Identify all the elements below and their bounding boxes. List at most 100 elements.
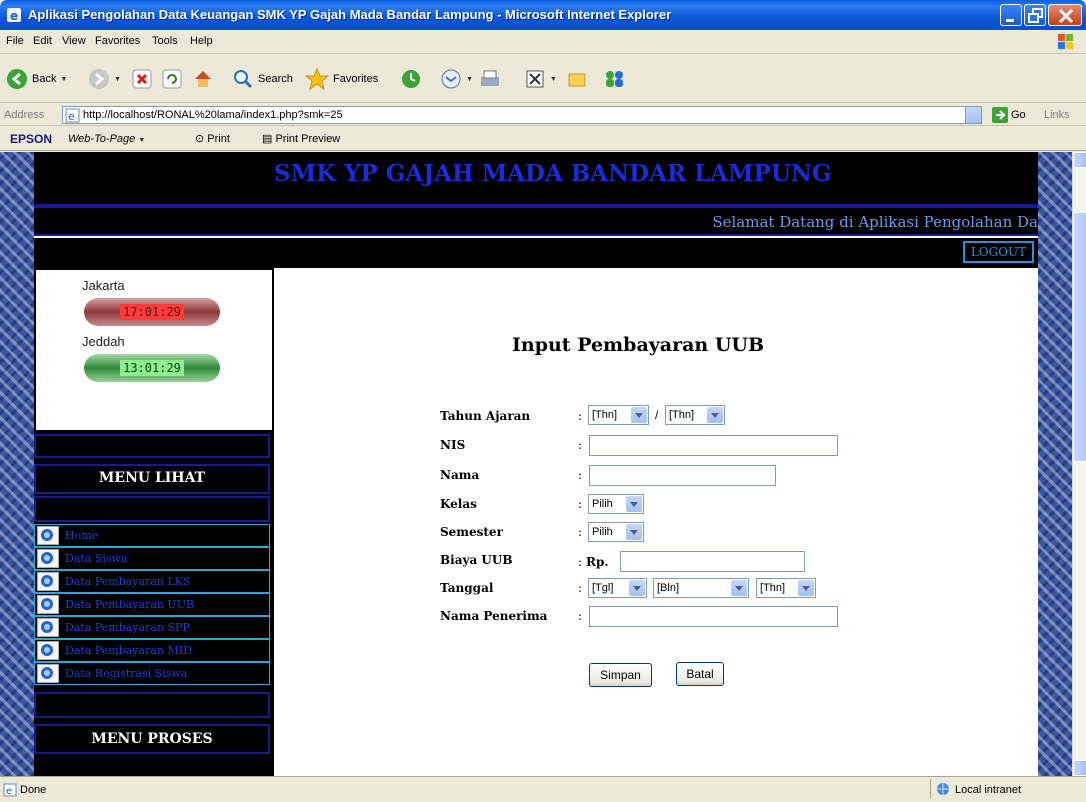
address-bar: Address e http://localhost/RONAL%20lama/… — [0, 104, 1086, 126]
menu-view[interactable]: View — [62, 35, 86, 47]
clock-jeddah: 13:01:29 — [84, 354, 220, 382]
vertical-scrollbar[interactable] — [1072, 152, 1086, 776]
tahun-ajaran-to-select[interactable]: [Thn] — [665, 405, 725, 425]
go-button[interactable]: Go — [992, 107, 1026, 123]
colon: : — [578, 409, 583, 423]
tahun-ajaran-from-select[interactable]: [Thn] — [588, 405, 649, 425]
scroll-up-icon[interactable] — [1073, 152, 1086, 168]
semester-select[interactable]: Pilih — [588, 522, 644, 542]
sidebar-item-data-pembayaran-spp[interactable]: Data Pembayaran SPP — [34, 616, 270, 639]
discuss-button[interactable] — [566, 65, 588, 93]
home-button[interactable] — [192, 65, 214, 93]
back-button[interactable]: Back ▼ — [6, 65, 67, 93]
forward-dropdown-icon[interactable]: ▼ — [114, 76, 121, 83]
nama-penerima-input[interactable] — [589, 606, 838, 627]
status-text: Done — [20, 784, 47, 796]
history-button[interactable] — [400, 65, 422, 93]
menu-lihat-title: MENU LIHAT — [98, 470, 206, 486]
sidebar-item-label: Data Pembayaran UUB — [65, 598, 195, 611]
favorites-button[interactable]: Favorites — [305, 65, 378, 93]
epson-print-button[interactable]: ⊙ Print — [195, 132, 230, 145]
colon: : — [578, 468, 583, 482]
mail-dropdown-icon[interactable]: ▼ — [466, 76, 473, 83]
edit-dropdown-icon[interactable]: ▼ — [550, 76, 557, 83]
bullet-icon — [37, 549, 59, 568]
close-icon — [1058, 8, 1074, 24]
marquee-bar: Selamat Datang di Aplikasi Pengolahan Da — [34, 206, 1038, 236]
sidebar-item-label: Data Registrasi Siswa — [65, 667, 188, 680]
select-value: Pilih — [592, 498, 613, 510]
close-button[interactable] — [1048, 4, 1082, 26]
sidebar-spacer — [34, 692, 270, 718]
search-icon — [234, 70, 253, 89]
nis-input[interactable] — [589, 435, 838, 456]
forward-button[interactable]: ▼ — [88, 65, 121, 93]
sidebar-item-data-registrasi-siswa[interactable]: Data Registrasi Siswa — [34, 662, 270, 685]
back-dropdown-icon[interactable]: ▼ — [60, 76, 67, 83]
biaya-uub-input[interactable] — [620, 551, 805, 572]
menu-file[interactable]: File — [6, 35, 24, 47]
refresh-button[interactable] — [162, 65, 182, 93]
stop-icon — [132, 69, 152, 89]
links-button[interactable]: Links — [1044, 109, 1070, 121]
edit-button[interactable]: ▼ — [524, 65, 557, 93]
chevron-down-icon — [707, 407, 723, 423]
page-viewport: SMK YP GAJAH MADA BANDAR LAMPUNG Selamat… — [0, 152, 1072, 776]
currency-label: Rp. — [586, 555, 609, 569]
print-toolbar-button[interactable] — [478, 65, 502, 93]
page-done-icon: e — [3, 783, 17, 797]
batal-button[interactable]: Batal — [676, 662, 724, 686]
main-content: Input Pembayaran UUB Tahun Ajaran : [Thn… — [274, 268, 1038, 776]
sidebar-item-data-pembayaran-mid[interactable]: Data Pembayaran MID — [34, 639, 270, 662]
mail-icon — [441, 69, 461, 89]
tanggal-select[interactable]: [Tgl] — [588, 578, 647, 598]
address-input[interactable]: e http://localhost/RONAL%20lama/index1.p… — [62, 106, 982, 124]
menu-bar: File Edit View Favorites Tools Help — [0, 30, 1086, 54]
web-to-page-button[interactable]: Web-To-Page ▼ — [68, 133, 145, 145]
svg-text:e: e — [68, 110, 75, 123]
restore-button[interactable] — [1024, 4, 1046, 26]
scroll-down-icon[interactable] — [1073, 760, 1086, 776]
select-value: [Thn] — [669, 409, 695, 421]
address-dropdown-icon[interactable] — [965, 107, 981, 123]
clock-jakarta: 17:01:29 — [84, 298, 220, 326]
clock-city-jeddah: Jeddah — [82, 334, 125, 349]
select-value: [Thn] — [760, 582, 786, 594]
messenger-icon — [606, 71, 623, 87]
sidebar-item-label: Data Pembayaran LKS — [65, 575, 191, 588]
separator-slash: / — [655, 408, 659, 422]
sidebar-item-data-pembayaran-lks[interactable]: Data Pembayaran LKS — [34, 570, 270, 593]
sidebar-item-data-pembayaran-uub[interactable]: Data Pembayaran UUB — [34, 593, 270, 616]
scroll-thumb[interactable] — [1073, 212, 1086, 462]
logout-button[interactable]: LOGOUT — [963, 241, 1034, 263]
world-clock-widget: Jakarta 17:01:29 Jeddah 13:01:29 — [34, 268, 274, 432]
label-tahun-ajaran: Tahun Ajaran — [440, 409, 531, 423]
menu-edit[interactable]: Edit — [33, 35, 52, 47]
tahun-select[interactable]: [Thn] — [756, 578, 816, 598]
address-url: http://localhost/RONAL%20lama/index1.php… — [83, 109, 343, 121]
kelas-select[interactable]: Pilih — [588, 494, 644, 514]
menu-tools[interactable]: Tools — [152, 35, 178, 47]
bulan-select[interactable]: [Bln] — [653, 578, 749, 598]
mail-button[interactable]: ▼ — [440, 65, 473, 93]
bullet-icon — [37, 664, 59, 683]
clock-jeddah-time: 13:01:29 — [120, 360, 184, 376]
sidebar-item-label: Data Siswa — [65, 552, 128, 565]
sidebar-item-data-siswa[interactable]: Data Siswa — [34, 547, 270, 570]
print-preview-button[interactable]: ▤ Print Preview — [262, 132, 340, 145]
stop-button[interactable] — [132, 65, 152, 93]
sidebar-item-home[interactable]: Home — [34, 524, 270, 547]
chevron-down-icon — [626, 524, 642, 540]
menu-favorites[interactable]: Favorites — [95, 35, 140, 47]
search-button[interactable]: Search — [232, 65, 293, 93]
messenger-button[interactable] — [602, 65, 628, 93]
nama-input[interactable] — [589, 465, 776, 486]
logout-bar: LOGOUT — [34, 238, 1038, 268]
epson-logo: EPSON — [10, 132, 53, 146]
simpan-button[interactable]: Simpan — [589, 663, 652, 687]
security-zone: Local intranet — [930, 779, 1080, 799]
bullet-icon — [37, 572, 59, 591]
minimize-button[interactable] — [1000, 4, 1022, 26]
menu-help[interactable]: Help — [190, 35, 213, 47]
sidebar: MENU LIHAT Home Data Siswa Data Pembayar… — [34, 432, 274, 776]
